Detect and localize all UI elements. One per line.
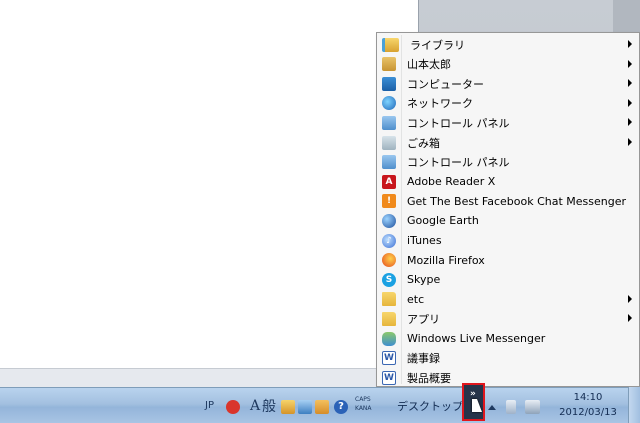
clock-time: 14:10 xyxy=(573,392,603,403)
submenu-arrow-icon xyxy=(628,314,632,323)
windows-live-messenger-icon xyxy=(382,331,396,346)
network-icon xyxy=(382,96,396,111)
computer-icon xyxy=(382,76,396,91)
desktop-toolbar-label[interactable]: デスクトップ xyxy=(397,388,463,423)
toolbar-chevron-button[interactable]: » xyxy=(462,383,485,421)
ime-tools-icon[interactable] xyxy=(315,400,329,414)
word-document-icon: W xyxy=(382,370,396,385)
menu-item-label: Adobe Reader X xyxy=(407,175,496,189)
ime-icon[interactable] xyxy=(226,400,240,414)
menu-item[interactable]: ♪ iTunes xyxy=(379,231,637,250)
menu-item[interactable]: コントロール パネル xyxy=(379,113,637,132)
volume-icon[interactable] xyxy=(506,400,516,414)
background-window-statusbar xyxy=(0,368,418,388)
user-folder-icon xyxy=(382,57,396,72)
firefox-icon xyxy=(382,253,396,268)
help-icon[interactable]: ? xyxy=(334,400,348,414)
menu-item[interactable]: S Skype xyxy=(379,270,637,289)
menu-item-label: Skype xyxy=(407,273,441,287)
desktop-toolbar-menu: ライブラリ 山本太郎 コンピューター ネットワーク コントロール パネル ごみ箱 コントロー… xyxy=(376,32,640,387)
submenu-arrow-icon xyxy=(628,59,632,68)
chevron-icon: » xyxy=(470,389,476,399)
network-tray-icon[interactable] xyxy=(525,400,540,414)
menu-item[interactable]: 山本太郎 xyxy=(379,55,637,74)
menu-item[interactable]: Windows Live Messenger xyxy=(379,329,637,348)
menu-item[interactable]: ! Get The Best Facebook Chat Messenger xyxy=(379,192,637,211)
caps-label: CAPS xyxy=(355,396,371,403)
menu-item-label: 山本太郎 xyxy=(407,58,451,72)
menu-item[interactable]: Google Earth xyxy=(379,211,637,230)
library-icon xyxy=(382,37,399,52)
menu-item-label: コントロール パネル xyxy=(407,116,510,130)
submenu-arrow-icon xyxy=(628,40,632,48)
control-panel-icon xyxy=(382,115,396,130)
menu-item-label: Mozilla Firefox xyxy=(407,253,485,267)
show-desktop-button[interactable] xyxy=(628,387,640,423)
folder-icon xyxy=(382,311,396,326)
facebook-messenger-icon: ! xyxy=(382,194,396,209)
ime-dictionary-icon[interactable] xyxy=(281,400,295,414)
menu-item[interactable]: ネットワーク xyxy=(379,94,637,113)
menu-item-label: コンピューター xyxy=(407,77,484,91)
menu-item[interactable]: コントロール パネル xyxy=(379,153,637,172)
menu-item-label: 議事録 xyxy=(407,352,440,366)
clock-date: 2012/03/13 xyxy=(559,407,617,418)
menu-item-label: Google Earth xyxy=(407,214,479,228)
menu-item[interactable]: アプリ xyxy=(379,309,637,328)
submenu-arrow-icon xyxy=(628,79,632,88)
itunes-icon: ♪ xyxy=(382,233,396,248)
background-window-left xyxy=(0,0,419,368)
skype-icon: S xyxy=(382,272,396,287)
submenu-arrow-icon xyxy=(628,118,632,127)
recycle-bin-icon xyxy=(382,135,396,150)
submenu-arrow-icon xyxy=(628,138,632,146)
menu-item[interactable]: W 議事録 xyxy=(379,349,637,368)
ime-kanji-indicator[interactable]: 般 xyxy=(262,388,276,423)
language-indicator[interactable]: JP xyxy=(205,388,214,423)
caps-kana-indicator: CAPS KANA xyxy=(355,395,372,413)
menu-item-label: ライブラリ xyxy=(410,38,465,52)
menu-item-label: コントロール パネル xyxy=(407,156,510,170)
show-hidden-icons-icon[interactable] xyxy=(488,405,496,410)
ime-pad-icon[interactable] xyxy=(298,400,312,414)
word-document-icon: W xyxy=(382,351,396,366)
menu-item[interactable]: etc xyxy=(379,290,637,309)
menu-item[interactable]: A Adobe Reader X xyxy=(379,172,637,191)
menu-item[interactable]: ライブラリ xyxy=(379,35,637,54)
adobe-reader-icon: A xyxy=(382,174,396,189)
control-panel-icon xyxy=(382,155,396,170)
menu-item-label: 製品概要 xyxy=(407,371,451,385)
menu-item-label: ネットワーク xyxy=(407,97,473,111)
folder-icon xyxy=(382,292,396,307)
menu-item[interactable]: Mozilla Firefox xyxy=(379,251,637,270)
kana-label: KANA xyxy=(355,405,372,412)
submenu-arrow-icon xyxy=(628,294,632,303)
menu-item-label: アプリ xyxy=(407,312,440,326)
taskbar: JP A 般 ? CAPS KANA デスクトップ xyxy=(0,387,640,423)
menu-item-label: iTunes xyxy=(407,234,442,247)
mouse-cursor-icon xyxy=(472,399,482,412)
menu-item[interactable]: W 製品概要 xyxy=(379,368,637,387)
menu-item-label: Get The Best Facebook Chat Messenger xyxy=(407,194,627,208)
menu-item-label: Windows Live Messenger xyxy=(407,332,546,345)
clock[interactable]: 14:10 2012/03/13 xyxy=(553,390,623,420)
menu-item-label: etc xyxy=(407,292,425,306)
ime-mode-indicator[interactable]: A xyxy=(250,388,260,423)
menu-item-label: ごみ箱 xyxy=(407,136,440,150)
menu-item[interactable]: ごみ箱 xyxy=(379,133,637,152)
submenu-arrow-icon xyxy=(628,98,632,107)
google-earth-icon xyxy=(382,213,396,228)
menu-item[interactable]: コンピューター xyxy=(379,74,637,93)
